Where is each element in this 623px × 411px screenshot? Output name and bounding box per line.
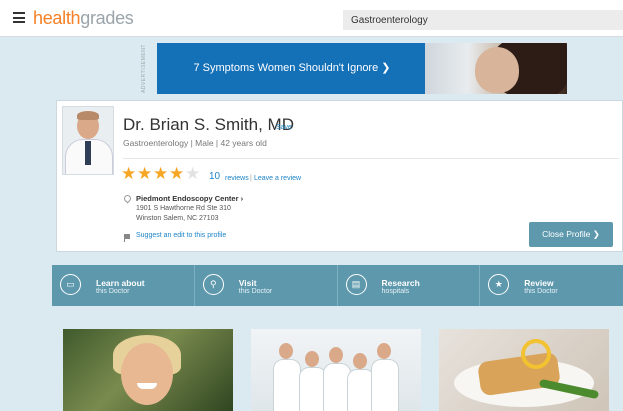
action-bar: ▭ Learn about this Doctor ⚲ Visit this D… (52, 265, 623, 306)
star-icon: ★ (137, 164, 153, 183)
learn-about-doctor-button[interactable]: ▭ Learn about this Doctor (52, 265, 195, 306)
star-icon: ★ (488, 274, 510, 295)
location-pin-icon (122, 193, 133, 204)
doctor-profile-card: Dr. Brian S. Smith, MD Save Gastroentero… (56, 100, 623, 252)
practice-name-link[interactable]: Piedmont Endoscopy Center › (136, 194, 243, 203)
rating-stars: ★★★★★ (121, 165, 201, 184)
action-title: Research (381, 278, 420, 288)
top-nav-bar: healthgrades (0, 0, 623, 37)
action-subtitle: hospitals (381, 288, 410, 295)
action-title: Review (524, 278, 554, 288)
doctor-name: Dr. Brian S. Smith, MD (123, 115, 294, 134)
book-icon: ▭ (60, 274, 81, 295)
save-link[interactable]: Save (276, 124, 292, 131)
review-doctor-button[interactable]: ★ Review this Doctor (480, 265, 623, 306)
logo-grades-text: grades (80, 8, 134, 28)
advertisement-label: ADVERTISEMENT (141, 44, 147, 94)
ad-banner-text: 7 Symptoms Women Shouldn't Ignore ❯ (193, 62, 391, 74)
star-icon: ★ (121, 164, 137, 183)
action-title: Visit (238, 278, 257, 288)
article-tile-food[interactable] (439, 329, 609, 411)
clipboard-icon: ▤ (345, 274, 367, 295)
visit-doctor-button[interactable]: ⚲ Visit this Doctor (195, 265, 338, 306)
healthgrades-logo[interactable]: healthgrades (33, 8, 134, 29)
divider (123, 158, 619, 159)
doctor-avatar (62, 106, 114, 175)
flag-icon (124, 234, 130, 242)
location-pin-icon: ⚲ (202, 274, 224, 295)
star-empty-icon: ★ (185, 164, 201, 183)
star-icon: ★ (153, 164, 169, 183)
research-hospitals-button[interactable]: ▤ Research hospitals (338, 265, 481, 306)
star-icon: ★ (169, 164, 185, 183)
reviews-link[interactable]: reviews (225, 175, 249, 182)
separator: | (250, 175, 252, 182)
action-title: Learn about (96, 278, 145, 288)
close-profile-button[interactable]: Close Profile ❯ (529, 222, 613, 247)
review-count[interactable]: 10 (209, 171, 220, 182)
leave-review-link[interactable]: Leave a review (254, 175, 301, 182)
menu-icon[interactable] (13, 12, 25, 23)
address-line1: 1901 S Hawthorne Rd Ste 310 (136, 205, 231, 212)
action-subtitle: this Doctor (238, 288, 273, 295)
ad-banner[interactable]: 7 Symptoms Women Shouldn't Ignore ❯ (157, 43, 567, 94)
action-subtitle: this Doctor (96, 288, 130, 295)
search-input[interactable] (343, 10, 623, 30)
article-tile-doctors[interactable] (251, 329, 421, 411)
logo-health-text: health (33, 8, 81, 28)
suggest-edit-link[interactable]: Suggest an edit to this profile (136, 232, 226, 239)
doctor-specialty-info: Gastroenterology | Male | 42 years old (123, 138, 267, 148)
ad-woman-face (475, 47, 519, 93)
article-tile-woman[interactable] (63, 329, 233, 411)
action-subtitle: this Doctor (524, 288, 558, 295)
address-line2: Winston Salem, NC 27103 (136, 215, 219, 222)
